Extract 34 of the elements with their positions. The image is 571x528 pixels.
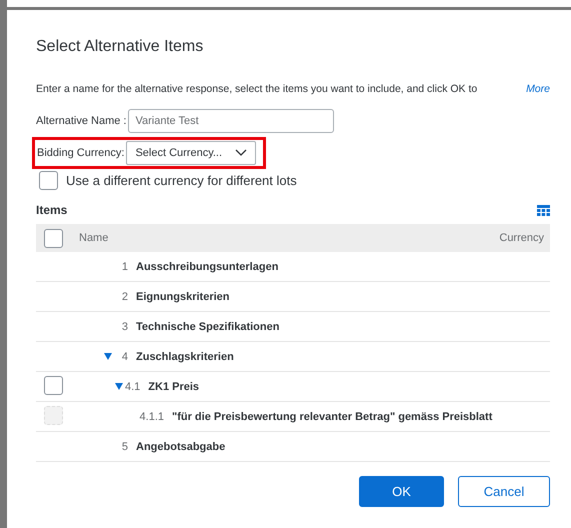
item-name: ZK1 Preis — [148, 380, 200, 392]
item-number: 1 — [120, 260, 128, 272]
field-label: Alternative Name : — [36, 115, 126, 127]
checkbox[interactable] — [39, 171, 58, 190]
item-name: Angebotsabgabe — [136, 440, 226, 452]
chevron-down-icon — [235, 149, 248, 157]
ok-button[interactable]: OK — [359, 476, 444, 507]
item-number: 4.1.1 — [138, 410, 164, 422]
item-name: Ausschreibungsunterlagen — [136, 260, 278, 272]
item-number: 4 — [120, 350, 128, 362]
collapse-icon[interactable] — [115, 382, 123, 390]
item-name: Zuschlagskriterien — [136, 350, 234, 362]
item-number: 3 — [120, 320, 128, 332]
cancel-button[interactable]: Cancel — [458, 476, 550, 507]
description-text: Enter a name for the alternative response, select the items you want to include, and click OK to — [36, 83, 478, 95]
column-header: Currency — [499, 232, 544, 244]
more-link[interactable]: More — [526, 83, 550, 95]
checkbox-label: Use a different currency for different lots — [66, 173, 297, 188]
name-input-field[interactable]: Variante Test — [128, 109, 334, 133]
collapse-icon[interactable] — [104, 352, 112, 360]
field-label: Bidding Currency: — [37, 147, 124, 159]
item-number: 4.1 — [125, 380, 140, 392]
item-name: "für die Preisbewertung relevanter Betrag" gemäss Preisblatt — [172, 410, 492, 422]
dialog-title: Select Alternative Items — [36, 38, 204, 56]
item-name: Technische Spezifikationen — [136, 320, 280, 332]
table-settings-icon[interactable] — [537, 204, 550, 216]
checkbox[interactable] — [44, 376, 63, 394]
item-number: 2 — [120, 290, 128, 302]
section-title: Items — [36, 203, 68, 217]
item-number: 5 — [120, 440, 128, 452]
column-header: Name — [79, 232, 108, 244]
item-name: Eignungskriterien — [136, 290, 230, 302]
checkbox[interactable] — [44, 228, 63, 248]
currency-dropdown[interactable]: Select Currency... — [126, 141, 256, 165]
